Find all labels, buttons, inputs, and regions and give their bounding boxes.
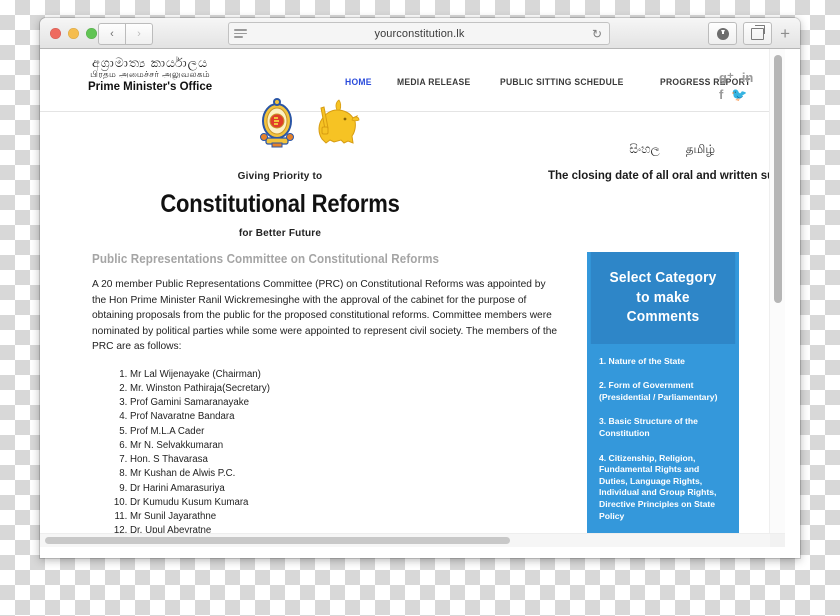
back-button[interactable]: ‹ — [98, 23, 126, 45]
category-item-citizenship-religion-rights[interactable]: 4. Citizenship, Religion, Fundamental Ri… — [599, 453, 727, 523]
google-plus-icon[interactable]: g⁺ — [719, 71, 734, 84]
brand-english: Prime Minister's Office — [88, 81, 213, 94]
browser-window: ‹ › yourconstitution.lk ↻ + අග්‍රාමාත්‍ය… — [40, 18, 800, 558]
announcement-ticker: The closing date of all oral and written… — [548, 170, 785, 182]
facebook-icon[interactable]: f — [719, 88, 723, 101]
committee-member-list: Mr Lal Wijenayake (Chairman) Mr. Winston… — [92, 368, 562, 548]
list-item: Mr N. Selvakkumaran — [130, 439, 562, 453]
horizontal-scrollbar-thumb[interactable] — [45, 537, 510, 544]
sri-lanka-coat-of-arms-icon — [260, 98, 294, 148]
brand-tamil: பிரதம அமைச்சர் அலுவலகம் — [90, 69, 211, 80]
vertical-scrollbar-thumb[interactable] — [774, 55, 782, 303]
language-switcher: සිංහල தமிழ் — [629, 142, 715, 158]
downloads-button[interactable] — [708, 22, 738, 45]
window-controls — [50, 28, 97, 39]
list-item: Prof Navaratne Bandara — [130, 410, 562, 424]
list-item: Prof Gamini Samaranayake — [130, 396, 562, 410]
navigation-buttons: ‹ › — [98, 23, 153, 45]
list-item: Mr Lal Wijenayake (Chairman) — [130, 368, 562, 382]
browser-toolbar: ‹ › yourconstitution.lk ↻ + — [40, 18, 800, 49]
url-text: yourconstitution.lk — [374, 27, 465, 40]
hero-banner: Giving Priority to Constitutional Reform… — [40, 171, 520, 239]
page-viewport: අග්‍රාමාත්‍ය කාර්යාලය பிரதம அமைச்சர் அலு… — [40, 49, 800, 558]
horizontal-scrollbar[interactable] — [40, 533, 785, 547]
section-paragraph: A 20 member Public Representations Commi… — [92, 279, 558, 352]
language-link-tamil[interactable]: தமிழ் — [686, 142, 715, 158]
list-item: Mr Kushan de Alwis P.C. — [130, 467, 562, 481]
address-bar[interactable]: yourconstitution.lk ↻ — [228, 22, 610, 45]
reload-icon[interactable]: ↻ — [592, 28, 602, 40]
tabs-icon — [751, 25, 766, 40]
vertical-scrollbar[interactable] — [769, 49, 785, 547]
list-item: Dr Kumudu Kusum Kumara — [130, 496, 562, 510]
list-item: Prof M.L.A Cader — [130, 425, 562, 439]
list-item: Dr Harini Amarasuriya — [130, 482, 562, 496]
site-header: අග්‍රාමාත්‍ය කාර්යාලය பிரதம அமைச்சர் அலு… — [40, 49, 785, 148]
hero-title: Constitutional Reforms — [160, 190, 400, 218]
main-content: Public Representations Committee on Cons… — [92, 252, 562, 547]
list-item: Mr Sunil Jayarathne — [130, 510, 562, 524]
web-page: අග්‍රාමාත්‍ය කාර්යාලය பிரதம அமைச்சர் அலு… — [40, 49, 785, 547]
new-tab-button[interactable]: + — [778, 25, 792, 42]
toolbar-right-buttons: + — [708, 22, 792, 45]
show-tabs-button[interactable] — [743, 22, 773, 45]
category-item-form-of-government[interactable]: 2. Form of Government (Presidential / Pa… — [599, 380, 727, 403]
sri-lanka-lion-flag-icon — [318, 99, 360, 144]
nav-item-public-sitting-schedule[interactable]: PUBLIC SITTING SCHEDULE — [500, 77, 624, 88]
category-panel: Select Category to make Comments 1. Natu… — [587, 252, 739, 547]
hero-kicker: Giving Priority to — [237, 171, 323, 182]
brand-sinhala: අග්‍රාමාත්‍ය කාර්යාලය — [92, 56, 209, 70]
download-icon — [716, 27, 729, 40]
category-item-basic-structure[interactable]: 3. Basic Structure of the Constitution — [599, 416, 727, 439]
section-title: Public Representations Committee on Cons… — [92, 252, 440, 266]
nav-item-home[interactable]: HOME — [345, 77, 372, 88]
main-navigation: HOME MEDIA RELEASE PUBLIC SITTING SCHEDU… — [345, 77, 760, 88]
linkedin-icon[interactable]: in — [742, 71, 754, 84]
reader-view-icon[interactable] — [234, 29, 247, 38]
category-list: 1. Nature of the State 2. Form of Govern… — [587, 344, 739, 547]
maximize-window-button[interactable] — [86, 28, 97, 39]
list-item: Mr. Winston Pathiraja(Secretary) — [130, 382, 562, 396]
language-link-sinhala[interactable]: සිංහල — [629, 142, 659, 158]
nav-item-media-release[interactable]: MEDIA RELEASE — [397, 77, 471, 88]
twitter-icon[interactable]: 🐦 — [731, 88, 747, 101]
hero-subkicker: for Better Future — [238, 228, 322, 239]
scrollbar-corner — [770, 534, 785, 547]
category-item-nature-of-the-state[interactable]: 1. Nature of the State — [599, 356, 727, 368]
site-logo[interactable]: අග්‍රාමාත්‍ය කාර්යාලය பிரதம அமைச்சர் அலு… — [88, 56, 212, 94]
minimize-window-button[interactable] — [68, 28, 79, 39]
social-links: g⁺ in f 🐦 — [719, 71, 761, 101]
category-panel-heading: Select Category to make Comments — [590, 252, 736, 344]
list-item: Hon. S Thavarasa — [130, 453, 562, 467]
forward-button[interactable]: › — [126, 23, 153, 45]
close-window-button[interactable] — [50, 28, 61, 39]
